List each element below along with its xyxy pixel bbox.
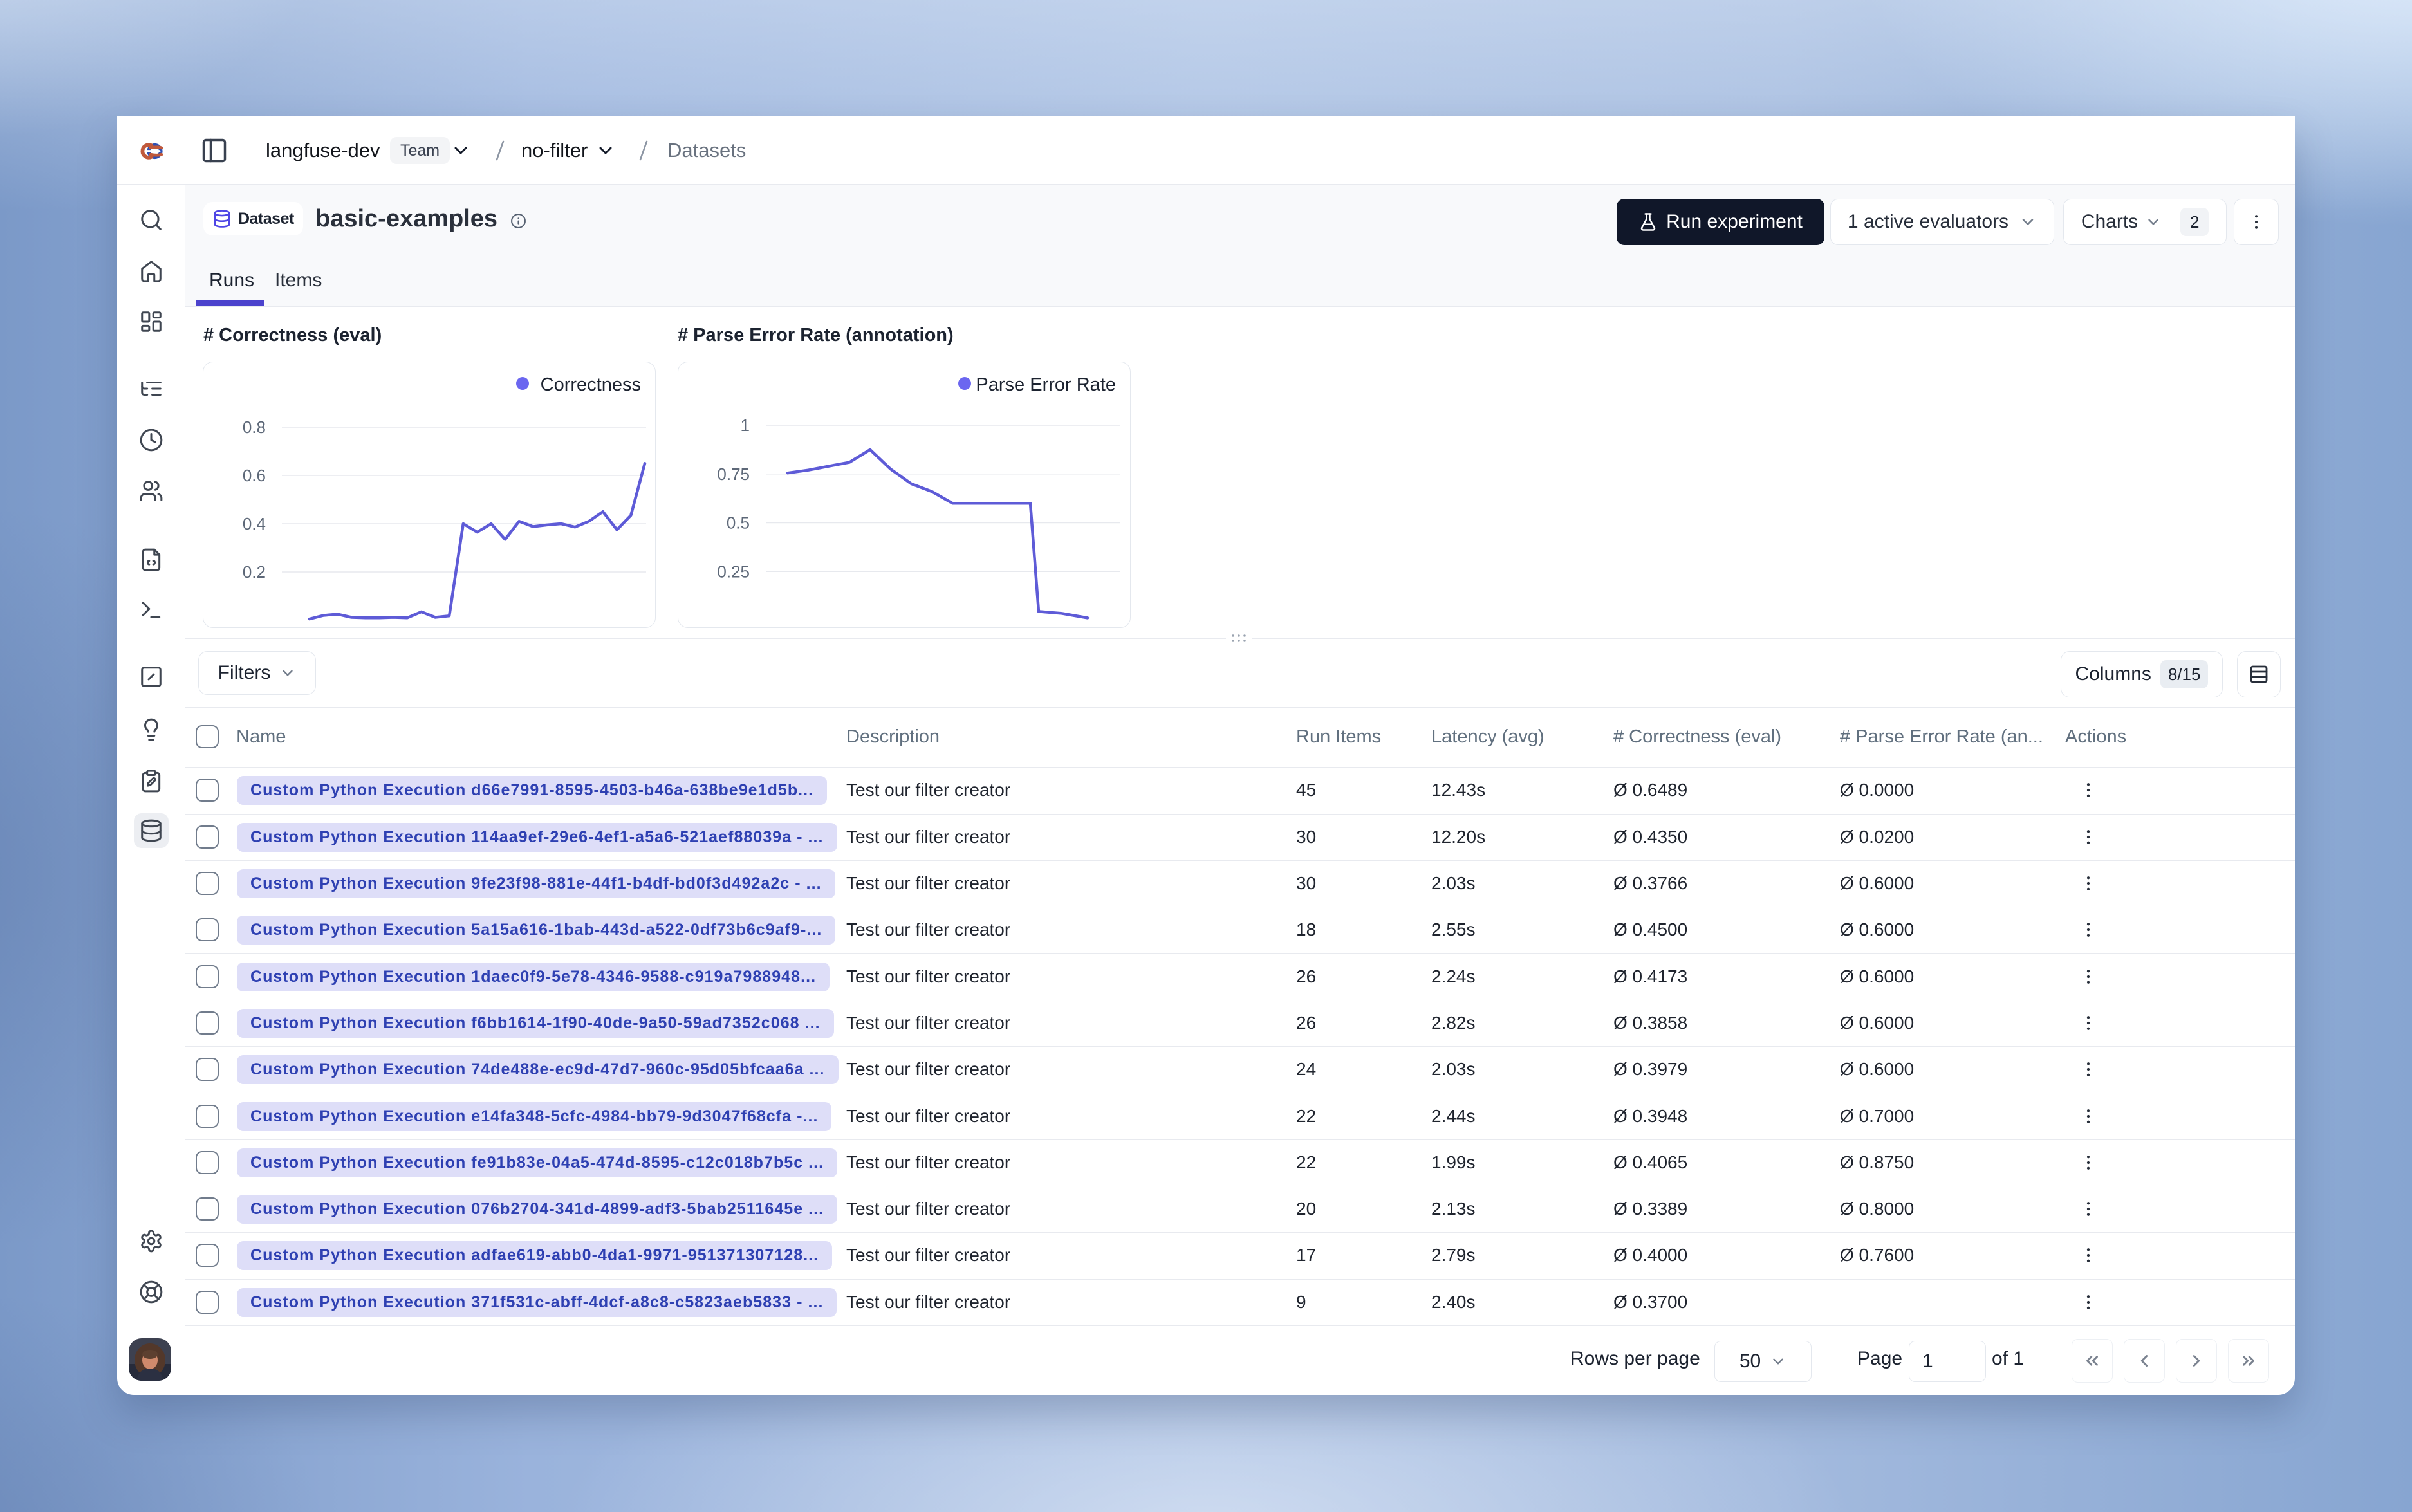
svg-text:0.2: 0.2	[243, 562, 266, 582]
svg-text:0.6: 0.6	[243, 466, 266, 485]
svg-text:Parse Error Rate: Parse Error Rate	[976, 374, 1116, 395]
svg-text:Correctness: Correctness	[541, 374, 641, 395]
svg-text:0.75: 0.75	[717, 465, 750, 484]
svg-text:0.4: 0.4	[243, 514, 266, 533]
svg-text:0.5: 0.5	[727, 513, 750, 533]
svg-text:0.25: 0.25	[717, 562, 750, 581]
svg-text:0.8: 0.8	[243, 418, 266, 437]
svg-text:1: 1	[741, 416, 750, 435]
